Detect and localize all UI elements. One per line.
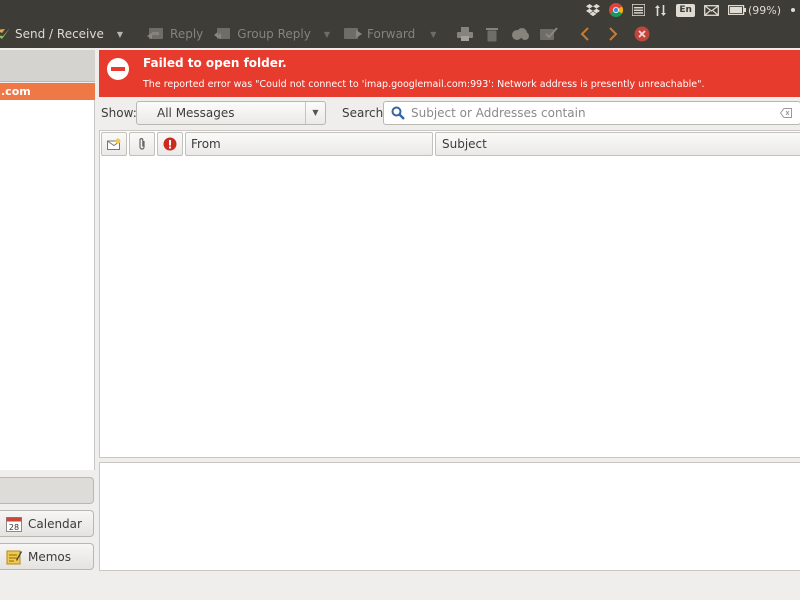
group-reply-button[interactable]: Group Reply [214,21,311,47]
column-subject[interactable]: Subject [435,132,800,156]
column-from-label: From [191,137,221,151]
forward-button[interactable]: Forward [344,21,415,47]
filter-bar: Show: All Messages ▼ Search: [99,99,800,127]
chevron-down-icon: ▼ [305,102,325,124]
column-attachment[interactable] [129,132,155,156]
error-message: The reported error was "Could not connec… [143,79,705,90]
forward-dropdown-arrow[interactable]: ▼ [430,30,436,39]
session-indicator-icon[interactable] [790,7,796,13]
important-icon [163,137,177,151]
battery-indicator[interactable]: (99%) [727,3,781,17]
group-reply-icon [214,28,231,39]
delete-trash-icon[interactable] [486,21,499,47]
keyboard-layout-indicator[interactable]: En [676,3,695,17]
switcher-mail-button[interactable] [0,477,94,504]
junk-icon[interactable] [511,21,530,47]
column-subject-label: Subject [442,137,487,151]
system-tray: En (99%) [586,0,800,20]
send-receive-label: Send / Receive [15,27,104,41]
search-label: Search: [342,106,388,120]
switcher-calendar-button[interactable]: 28 Calendar [0,510,94,537]
message-preview-pane[interactable] [99,462,800,571]
stop-icon[interactable] [634,21,650,47]
group-reply-dropdown-arrow[interactable]: ▼ [324,30,330,39]
network-transfer-icon[interactable] [654,4,667,17]
sidebar-account-selected[interactable]: .com [0,83,95,100]
next-arrow-icon[interactable] [609,21,618,47]
battery-percentage: (99%) [747,3,781,17]
folder-tree[interactable] [0,100,95,470]
calendar-icon: 28 [6,516,22,532]
search-icon[interactable] [391,106,405,123]
svg-text:28: 28 [9,523,19,532]
group-reply-label: Group Reply [237,27,311,41]
sidebar-header [0,50,95,82]
paperclip-icon [139,138,145,150]
error-title: Failed to open folder. [143,56,287,70]
search-input[interactable] [411,104,771,122]
print-icon[interactable] [457,21,474,47]
mail-envelope-icon[interactable] [704,4,719,16]
main-toolbar: Send / Receive ▼ Reply Group Reply ▼ For… [0,20,800,48]
forward-icon [344,28,363,39]
column-flag-status[interactable] [101,132,127,156]
calendar-label: Calendar [28,516,82,531]
top-panel: En (99%) [0,0,800,20]
memos-icon [6,550,22,564]
show-label: Show: [101,106,137,120]
chrome-icon[interactable] [609,3,624,17]
dropbox-icon[interactable] [586,4,601,16]
message-list[interactable]: From Subject [99,130,800,458]
memos-label: Memos [28,549,72,564]
battery-icon [727,5,746,15]
reply-label: Reply [170,27,204,41]
switcher-memos-button[interactable]: Memos [0,543,94,570]
reply-icon [147,28,164,39]
search-field[interactable] [383,101,800,125]
show-filter-dropdown[interactable]: All Messages ▼ [136,101,326,125]
send-receive-icon [0,28,10,39]
error-stop-icon [107,58,129,80]
error-banner: Failed to open folder. The reported erro… [99,50,800,97]
forward-label: Forward [367,27,416,41]
previous-arrow-icon[interactable] [580,21,590,47]
send-receive-button[interactable]: Send / Receive [0,21,104,47]
column-importance[interactable] [157,132,183,156]
menu-list-icon[interactable] [632,4,646,16]
account-label: .com [1,85,31,98]
not-junk-icon[interactable] [540,21,559,47]
clear-search-icon[interactable] [779,107,792,121]
show-filter-value: All Messages [157,106,235,120]
reply-button[interactable]: Reply [147,21,203,47]
send-receive-dropdown-arrow[interactable]: ▼ [117,30,123,39]
message-status-icon [107,138,121,150]
column-from[interactable]: From [185,132,433,156]
